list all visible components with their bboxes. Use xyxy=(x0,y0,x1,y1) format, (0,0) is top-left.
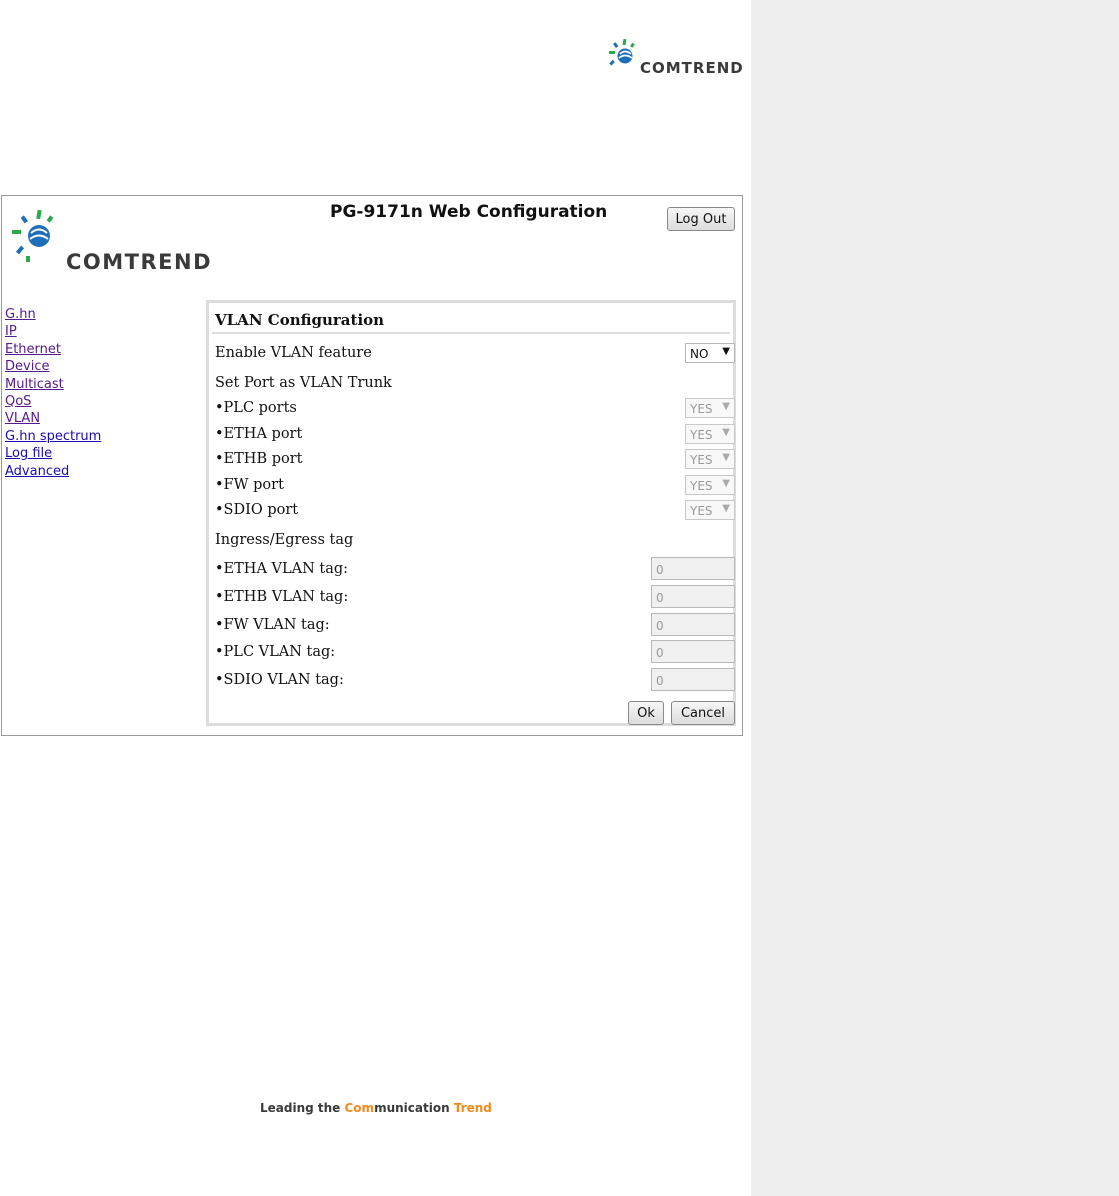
brand-wordmark: COMTREND xyxy=(66,250,213,274)
tagline-part: munication xyxy=(374,1101,454,1115)
trunk-port-label: •ETHA port xyxy=(215,426,303,442)
chevron-down-icon: ▼ xyxy=(722,478,730,489)
trunk-port-label: •PLC ports xyxy=(215,400,297,416)
chevron-down-icon: ▼ xyxy=(722,452,730,463)
etha-vlan-tag-input[interactable]: 0 xyxy=(651,557,735,580)
sdio-port-trunk-select[interactable]: YES ▼ xyxy=(685,500,735,520)
divider xyxy=(212,332,730,334)
enable-vlan-label: Enable VLAN feature xyxy=(215,345,372,361)
nav-item-ghn-spectrum[interactable]: G.hn spectrum xyxy=(5,428,101,445)
fw-port-trunk-select[interactable]: YES ▼ xyxy=(685,475,735,495)
enable-vlan-select[interactable]: NO ▼ xyxy=(685,343,735,363)
etha-port-trunk-select[interactable]: YES ▼ xyxy=(685,424,735,444)
comtrend-logo-icon xyxy=(12,209,54,262)
tagline-highlight: Com xyxy=(344,1101,375,1115)
vlan-tag-label: •FW VLAN tag: xyxy=(215,617,330,633)
nav-item-qos[interactable]: QoS xyxy=(5,393,101,410)
ok-button[interactable]: Ok xyxy=(628,701,664,725)
trunk-heading: Set Port as VLAN Trunk xyxy=(215,375,392,391)
vlan-config-panel: VLAN Configuration Enable VLAN feature N… xyxy=(206,300,736,726)
nav-item-ip[interactable]: IP xyxy=(5,323,101,340)
nav-item-vlan[interactable]: VLAN xyxy=(5,410,101,427)
plc-vlan-tag-input[interactable]: 0 xyxy=(651,640,735,663)
tag-heading: Ingress/Egress tag xyxy=(215,532,354,548)
nav-item-device[interactable]: Device xyxy=(5,358,101,375)
vlan-tag-label: •ETHB VLAN tag: xyxy=(215,589,349,605)
page-title: PG-9171n Web Configuration xyxy=(330,202,608,222)
vlan-tag-label: •ETHA VLAN tag: xyxy=(215,561,349,577)
chevron-down-icon: ▼ xyxy=(722,427,730,438)
panel-title: VLAN Configuration xyxy=(215,311,385,329)
comtrend-logo-icon xyxy=(609,38,635,66)
ethb-vlan-tag-input[interactable]: 0 xyxy=(651,585,735,608)
nav-item-ghn[interactable]: G.hn xyxy=(5,306,101,323)
brand-wordmark: COMTREND xyxy=(640,59,744,77)
fw-vlan-tag-input[interactable]: 0 xyxy=(651,613,735,636)
plc-ports-trunk-select[interactable]: YES ▼ xyxy=(685,398,735,418)
document-margin xyxy=(751,0,1119,1196)
trunk-port-label: •SDIO port xyxy=(215,502,299,518)
nav-item-advanced[interactable]: Advanced xyxy=(5,463,101,480)
vlan-tag-label: •PLC VLAN tag: xyxy=(215,644,336,660)
sidebar-nav: G.hn IP Ethernet Device Multicast QoS VL… xyxy=(5,306,101,480)
vlan-tag-label: •SDIO VLAN tag: xyxy=(215,672,344,688)
nav-item-multicast[interactable]: Multicast xyxy=(5,376,101,393)
app-window: COMTREND PG-9171n Web Configuration Log … xyxy=(1,195,743,736)
cancel-button[interactable]: Cancel xyxy=(671,701,735,725)
tagline-highlight: Trend xyxy=(453,1101,492,1115)
trunk-port-label: •FW port xyxy=(215,477,284,493)
ethb-port-trunk-select[interactable]: YES ▼ xyxy=(685,449,735,469)
chevron-down-icon: ▼ xyxy=(722,401,730,412)
nav-item-log-file[interactable]: Log file xyxy=(5,445,101,462)
document-logo: COMTREND xyxy=(606,37,751,77)
trunk-port-label: •ETHB port xyxy=(215,451,303,467)
nav-item-ethernet[interactable]: Ethernet xyxy=(5,341,101,358)
chevron-down-icon: ▼ xyxy=(722,503,730,514)
footer-tagline: Leading the Communication Trend xyxy=(260,1101,492,1115)
sdio-vlan-tag-input[interactable]: 0 xyxy=(651,668,735,691)
logout-button[interactable]: Log Out xyxy=(667,207,735,231)
chevron-down-icon: ▼ xyxy=(722,346,730,357)
tagline-part: Leading the xyxy=(260,1101,345,1115)
app-logo: COMTREND xyxy=(10,206,211,274)
